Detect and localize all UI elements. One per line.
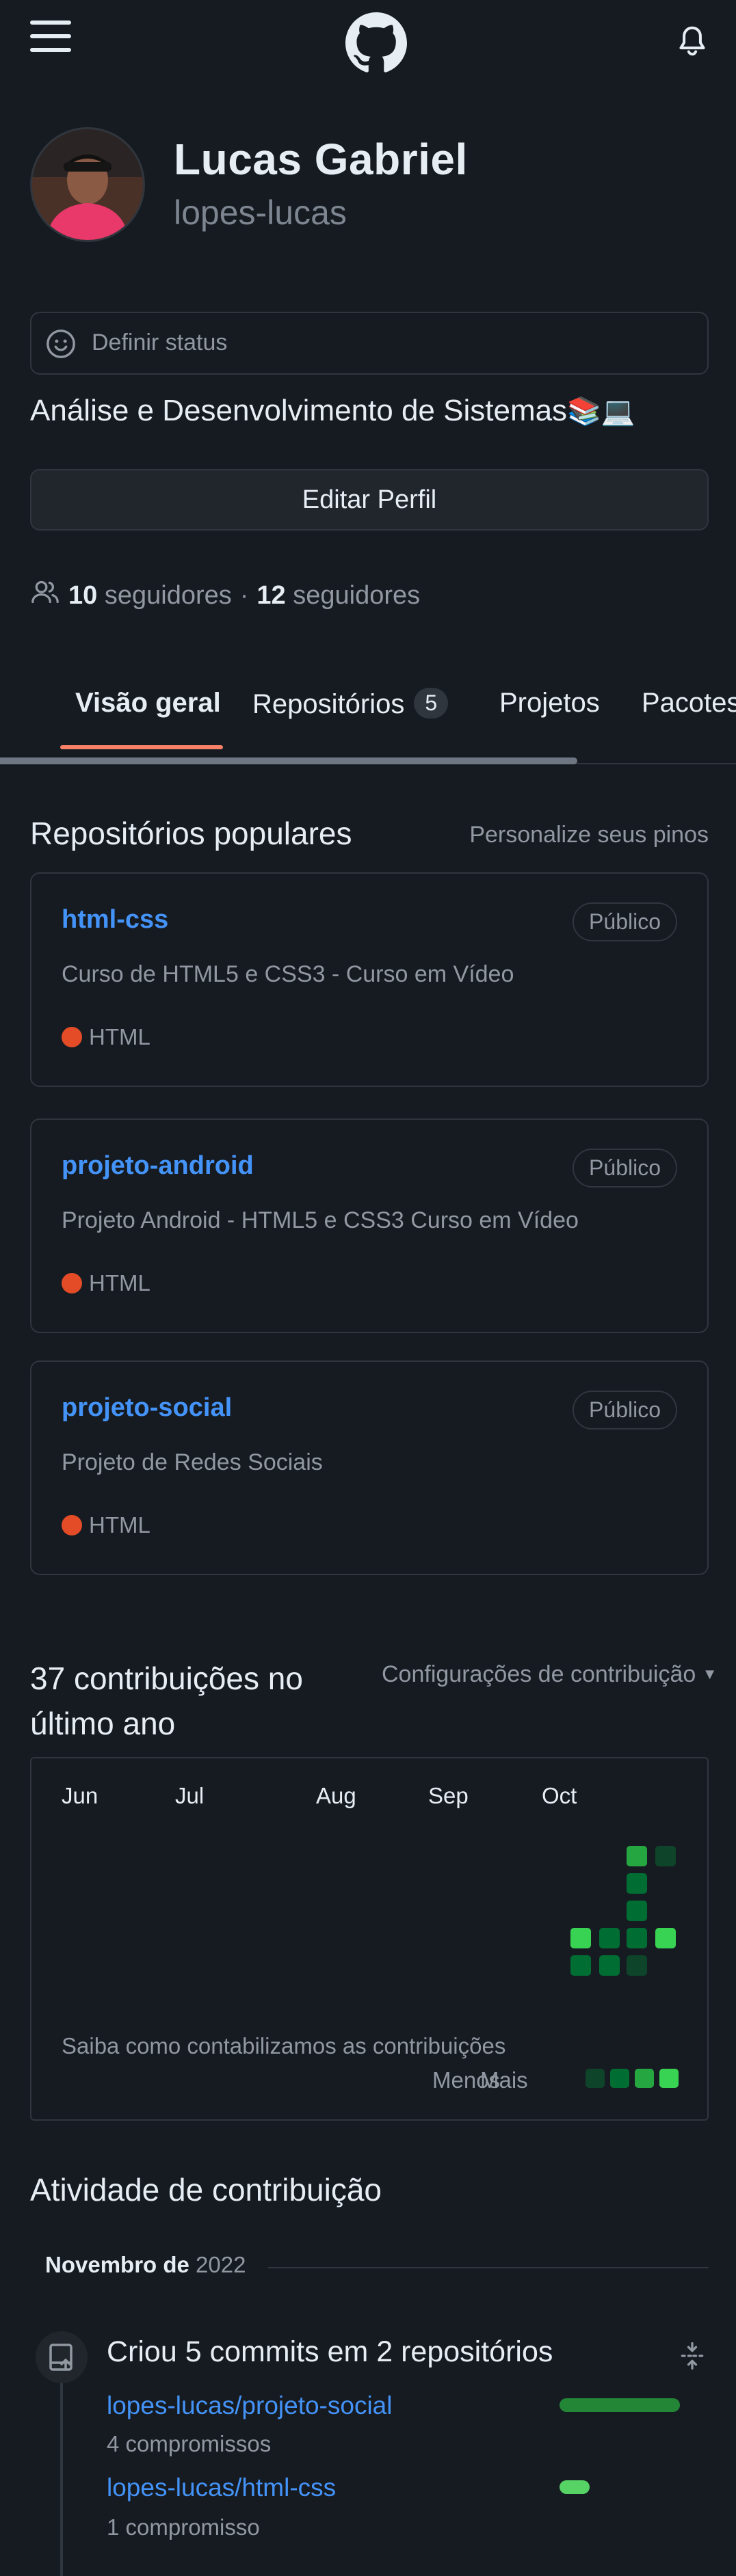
contributions-title-line2: último ano	[30, 1706, 176, 1741]
active-tab-indicator	[60, 745, 223, 749]
activity-summary: Criou 5 commits em 2 repositórios	[107, 2335, 553, 2368]
legend-level1	[586, 2069, 605, 2088]
repo-language: HTML	[62, 1270, 150, 1296]
followers-row: 10 seguidores · 12 seguidores	[30, 578, 420, 613]
language-color-dot	[62, 1515, 82, 1535]
visibility-badge: Público	[573, 902, 677, 941]
contribution-day[interactable]	[599, 1928, 620, 1948]
activity-month: Novembro de	[45, 2252, 189, 2277]
contribution-day[interactable]	[627, 1846, 647, 1866]
month-divider	[268, 2267, 709, 2268]
legend-level3	[635, 2069, 654, 2088]
month-label: Sep	[428, 1783, 469, 1808]
tab-overview[interactable]: Visão geral	[75, 688, 221, 719]
repo-card: projeto-social Público Projeto de Redes …	[30, 1360, 709, 1575]
contribution-day[interactable]	[627, 1928, 647, 1948]
avatar[interactable]	[30, 127, 145, 242]
contribution-activity-title: Atividade de contribuição	[30, 2172, 382, 2208]
repo-push-icon	[36, 2331, 88, 2383]
followers-count: 10	[68, 580, 98, 610]
repo-name-link[interactable]: projeto-android	[62, 1151, 254, 1181]
top-navigation-bar	[0, 0, 736, 82]
language-color-dot	[62, 1027, 82, 1047]
repo-language: HTML	[62, 1512, 150, 1538]
set-status-button[interactable]: Definir status	[30, 312, 709, 375]
customize-pins-link[interactable]: Personalize seus pinos	[469, 822, 709, 848]
smiley-icon	[45, 328, 77, 360]
activity-share-bar	[560, 2480, 590, 2494]
repo-language: HTML	[62, 1024, 150, 1050]
activity-repo-link[interactable]: lopes-lucas/projeto-social	[107, 2391, 392, 2420]
bell-icon[interactable]	[677, 25, 707, 57]
fold-icon[interactable]	[677, 2341, 707, 2371]
contribution-calendar: Jun Jul Aug Sep Oct Saiba como contabili…	[30, 1757, 709, 2121]
hamburger-menu-icon[interactable]	[30, 21, 71, 55]
activity-commit-count: 1 compromisso	[107, 2514, 260, 2540]
language-color-dot	[62, 1273, 82, 1293]
status-placeholder: Definir status	[92, 330, 228, 355]
edit-profile-button[interactable]: Editar Perfil	[30, 469, 709, 531]
tabs-scrollbar[interactable]	[0, 757, 577, 764]
activity-year: 2022	[196, 2252, 246, 2277]
contribution-settings-dropdown[interactable]: Configurações de contribuição ▼	[382, 1661, 718, 1688]
profile-tabs: Visão geral Repositórios 5 Projetos Pacot…	[0, 677, 736, 766]
activity-repo-link[interactable]: lopes-lucas/html-css	[107, 2473, 336, 2502]
contribution-day[interactable]	[655, 1928, 676, 1948]
legend-level4	[659, 2069, 679, 2088]
visibility-badge: Público	[573, 1149, 677, 1188]
following-link[interactable]: 12 seguidores	[257, 581, 420, 611]
contribution-day[interactable]	[627, 1901, 647, 1921]
repo-card: projeto-android Público Projeto Android …	[30, 1118, 709, 1333]
contribution-settings-label: Configurações de contribuição	[382, 1661, 696, 1687]
popular-repositories-title: Repositórios populares	[30, 816, 352, 851]
contributions-title: 37 contribuições no último ano	[30, 1656, 303, 1746]
people-icon	[30, 578, 60, 613]
repositories-counter: 5	[414, 688, 449, 719]
repo-description: Projeto de Redes Sociais	[62, 1449, 323, 1475]
repo-description: Projeto Android - HTML5 e CSS3 Curso em …	[62, 1207, 579, 1233]
contribution-day[interactable]	[627, 1955, 647, 1976]
language-name: HTML	[89, 1270, 150, 1296]
contributions-title-line1: 37 contribuições no	[30, 1661, 303, 1696]
learn-contributions-link[interactable]: Saiba como contabilizamos as contribuiçõ…	[62, 2033, 505, 2059]
tab-projects[interactable]: Projetos	[499, 688, 600, 719]
bio-emoji: 📚💻	[567, 396, 635, 427]
language-name: HTML	[89, 1512, 150, 1538]
month-label: Jul	[175, 1783, 205, 1808]
visibility-badge: Público	[573, 1391, 677, 1430]
bio-text: Análise e Desenvolvimento de Sistemas	[30, 394, 568, 427]
profile-login: lopes-lucas	[174, 193, 347, 232]
month-label: Jun	[62, 1783, 98, 1808]
tab-repositories-label: Repositórios	[252, 689, 405, 719]
contribution-day[interactable]	[655, 1846, 676, 1866]
contribution-day[interactable]	[627, 1873, 647, 1894]
activity-month-header: Novembro de 2022	[45, 2252, 246, 2278]
month-label: Aug	[316, 1783, 356, 1808]
tab-repositories[interactable]: Repositórios 5	[252, 688, 449, 720]
following-count: 12	[257, 580, 286, 610]
followers-label: seguidores	[104, 580, 232, 610]
legend-more-label: Mais	[480, 2067, 528, 2093]
contribution-day[interactable]	[570, 1928, 591, 1948]
followers-link[interactable]: 10 seguidores	[68, 581, 232, 611]
tab-packages[interactable]: Pacotes	[642, 688, 736, 719]
profile-bio: Análise e Desenvolvimento de Sistemas📚💻	[30, 394, 635, 428]
legend-level2	[610, 2069, 629, 2088]
timeline-line	[60, 2352, 63, 2576]
github-octocat-icon[interactable]	[345, 12, 407, 74]
caret-down-icon: ▼	[702, 1665, 718, 1682]
activity-share-bar	[560, 2398, 680, 2412]
profile-name: Lucas Gabriel	[174, 135, 468, 184]
repo-name-link[interactable]: projeto-social	[62, 1393, 232, 1423]
month-label: Oct	[542, 1783, 577, 1808]
repo-description: Curso de HTML5 e CSS3 - Curso em Vídeo	[62, 961, 514, 987]
repo-name-link[interactable]: html-css	[62, 905, 168, 935]
activity-commit-count: 4 compromissos	[107, 2431, 272, 2456]
following-label: seguidores	[293, 580, 421, 610]
contribution-day[interactable]	[599, 1955, 620, 1976]
separator: ·	[239, 580, 249, 610]
repo-card: html-css Público Curso de HTML5 e CSS3 -…	[30, 872, 709, 1087]
language-name: HTML	[89, 1024, 150, 1049]
contribution-day[interactable]	[570, 1955, 591, 1976]
